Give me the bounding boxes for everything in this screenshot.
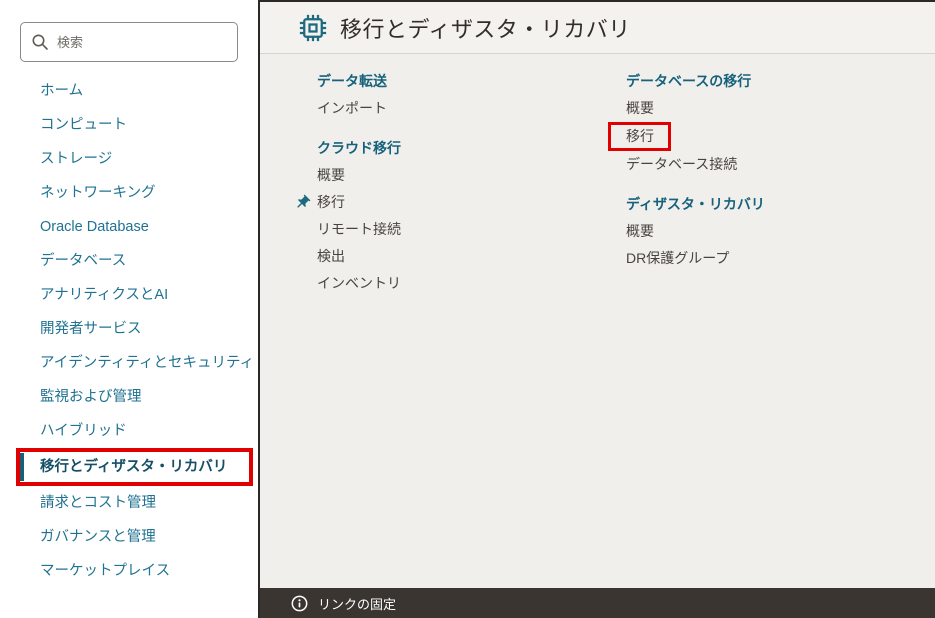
sidebar-item[interactable]: Oracle Database [0,210,258,244]
sidebar-item-label: マーケットプレイス [40,563,170,579]
annotation-box: 移行 [608,122,671,151]
pin-links-label: リンクの固定 [318,594,396,613]
menu-section-title: ディザスタ・リカバリ [626,191,935,218]
sidebar-item[interactable]: 開発者サービス [0,312,258,346]
sidebar-item-label: データベース [40,253,126,269]
menu-link[interactable]: 概要 [626,218,935,245]
menu-link[interactable]: DR保護グループ [626,245,935,272]
pin-icon [294,194,311,211]
sidebar-item[interactable]: ハイブリッド [0,414,258,448]
menu-link-label: 移行 [317,194,345,210]
sidebar-nav-list: ホームコンピュートストレージネットワーキング Oracle Database データ… [0,74,258,588]
menu-column-2: データベースの移行概要移行データベース接続ディザスタ・リカバリ概要DR保護グルー… [626,68,935,310]
main-panel: 移行とディザスタ・リカバリ データ転送インポートクラウド移行概要移行リモート接続… [258,0,935,618]
menu-link[interactable]: 概要 [626,95,935,122]
sidebar-item-label: ネットワーキング [40,185,156,201]
sidebar-item[interactable]: コンピュート [0,108,258,142]
menu-link[interactable]: データベース接続 [626,151,935,178]
sidebar-item[interactable]: ネットワーキング [0,176,258,210]
menu-section: データ転送インポート [317,68,626,122]
menu-content: データ転送インポートクラウド移行概要移行リモート接続検出インベントリ データベー… [260,54,935,310]
sidebar-item[interactable]: 請求とコスト管理 [0,486,258,520]
sidebar: ホームコンピュートストレージネットワーキング Oracle Database データ… [0,0,258,618]
menu-link[interactable]: 検出 [317,243,626,270]
sidebar-item[interactable]: マーケットプレイス [0,554,258,588]
sidebar-item-label: アナリティクスとAI [40,287,168,303]
sidebar-item[interactable]: ホーム [0,74,258,108]
sidebar-item-label: 請求とコスト管理 [40,495,156,511]
sidebar-item[interactable]: アナリティクスとAI [0,278,258,312]
sidebar-item[interactable]: ガバナンスと管理 [0,520,258,554]
menu-link[interactable]: 移行 [317,189,626,216]
menu-link[interactable]: インベントリ [317,270,626,297]
main-header: 移行とディザスタ・リカバリ [260,2,935,54]
menu-link[interactable]: 概要 [317,162,626,189]
menu-section-title: クラウド移行 [317,135,626,162]
menu-link-label: 概要 [317,167,345,183]
menu-link-label: 検出 [317,248,345,264]
sidebar-item-label: ハイブリッド [40,423,127,439]
menu-section-title: データベースの移行 [626,68,935,95]
menu-link-label: 概要 [626,100,654,116]
info-icon [291,595,308,612]
menu-link[interactable]: リモート接続 [317,216,626,243]
page-title: 移行とディザスタ・リカバリ [340,12,631,44]
menu-link-label: インベントリ [317,275,401,291]
search-icon [31,33,49,51]
pin-links-bar[interactable]: リンクの固定 [260,588,935,618]
sidebar-item-label: Oracle Database [40,219,149,235]
menu-section: データベースの移行概要移行データベース接続 [626,68,935,178]
menu-section-title: データ転送 [317,68,626,95]
sidebar-item-label: 移行とディザスタ・リカバリ [24,453,227,481]
search-box[interactable] [20,22,238,62]
sidebar-item-label: アイデンティティとセキュリティ [40,355,254,371]
sidebar-item[interactable]: データベース [0,244,258,278]
sidebar-item-label: ホーム [40,83,83,99]
menu-column-1: データ転送インポートクラウド移行概要移行リモート接続検出インベントリ [317,68,626,310]
sidebar-item[interactable]: アイデンティティとセキュリティ [0,346,258,380]
sidebar-item-label: 監視および管理 [40,389,142,405]
menu-section: ディザスタ・リカバリ概要 DR保護グループ [626,191,935,272]
chip-icon [298,13,328,43]
sidebar-item[interactable]: 監視および管理 [0,380,258,414]
sidebar-item-selected-annotated[interactable]: 移行とディザスタ・リカバリ [16,448,253,486]
sidebar-item-label: ストレージ [40,151,112,167]
sidebar-item-label: コンピュート [40,117,127,133]
sidebar-item-label: 開発者サービス [40,321,142,337]
sidebar-item[interactable]: ストレージ [0,142,258,176]
menu-link-label: 概要 [626,223,654,239]
menu-link-label: インポート [317,100,387,116]
menu-link-label: DR保護グループ [626,250,729,266]
menu-link[interactable]: インポート [317,95,626,122]
menu-link-label: データベース接続 [626,156,737,172]
menu-section: クラウド移行概要移行リモート接続検出インベントリ [317,135,626,297]
menu-link[interactable]: 移行 [626,122,935,151]
sidebar-item-label: ガバナンスと管理 [40,529,156,545]
menu-link-label: リモート接続 [317,221,401,237]
search-input[interactable] [57,35,227,50]
